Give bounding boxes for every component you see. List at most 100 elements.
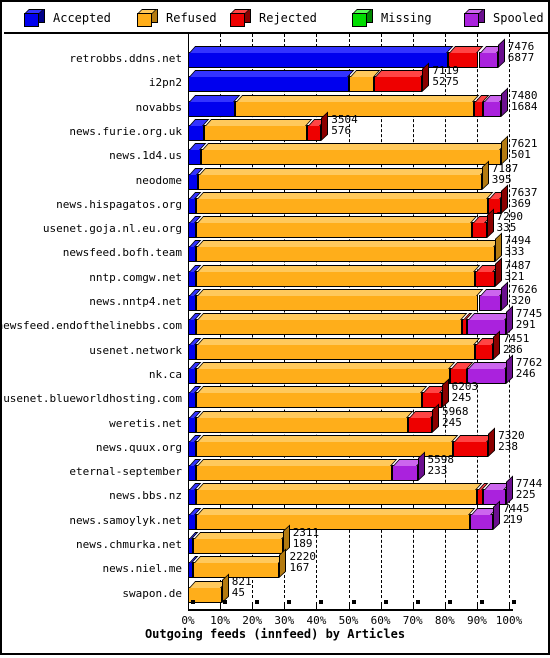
bar-value-secondary: 333: [504, 245, 525, 259]
bar-row: 7494 333: [188, 232, 531, 263]
bar-end-cap: [497, 38, 505, 68]
x-axis-tick: [316, 602, 318, 611]
bar-segment-rejected: [306, 118, 327, 141]
x-axis-tick-marker: [287, 600, 292, 604]
legend-swatch-rejected-icon: [230, 9, 252, 27]
bar-segment-refused: [196, 434, 459, 457]
stacked-bar: [188, 524, 290, 554]
bar-row: 7626 320: [188, 281, 537, 311]
bar-segment-rejected: [374, 70, 428, 93]
bar-row: 7621 501: [188, 135, 537, 166]
bar-value-secondary: 45: [231, 585, 245, 599]
bar-segment-accepted: [188, 216, 202, 239]
bar-value-secondary: 369: [510, 196, 531, 210]
bar-segment-accepted: [188, 386, 202, 409]
bar-segment-spooled: [483, 94, 507, 117]
y-axis-label: news.bbs.nz: [109, 489, 182, 503]
x-axis-tick: [412, 602, 414, 611]
bar-row: 7187 395: [188, 159, 518, 190]
bar-end-cap: [488, 427, 496, 457]
x-axis-tick-label: 90%: [466, 614, 487, 627]
bar-end-cap: [486, 208, 494, 239]
bar-segment-refused: [196, 386, 428, 409]
x-axis-tick: [188, 602, 189, 611]
bar-value-labels: 5968 245: [442, 406, 469, 428]
bar-segment-top-face: [197, 240, 500, 248]
bar-segment-top-face: [197, 313, 468, 321]
bar-segment-top-face: [197, 216, 478, 224]
bar-segment-accepted: [188, 434, 202, 457]
bar-row: 3504 576: [188, 111, 509, 141]
stacked-bar: [188, 402, 439, 433]
bar-value-labels: 7637 369: [511, 187, 538, 209]
x-axis-tick-marker: [383, 600, 388, 604]
y-axis-label: news.samoylyk.net: [69, 513, 182, 527]
x-axis-tick-label: 0%: [181, 614, 195, 627]
bar-end-cap: [492, 330, 500, 360]
y-axis-label: retrobbs.ddns.net: [69, 52, 182, 65]
x-axis-tick-label: 60%: [370, 614, 391, 627]
stacked-bar: [188, 378, 449, 409]
bar-value-labels: 7621 501: [511, 138, 538, 160]
bar-value-secondary: 6877: [507, 51, 535, 64]
y-axis-labels: retrobbs.ddns.net i2pn2 novabbs news.furie.…: [0, 34, 186, 609]
bar-segment-top-face: [189, 70, 354, 78]
chart-root: Accepted Refused Rejected Missing Spooled re…: [0, 0, 550, 655]
bar-end-cap: [321, 111, 329, 141]
legend-item-missing: Missing: [352, 9, 432, 27]
bar-segment-refused: [196, 361, 455, 384]
bar-value-secondary: 320: [510, 294, 531, 307]
bar-segment-accepted: [188, 410, 202, 433]
stacked-bar: [188, 62, 430, 93]
y-axis-label: eternal-september: [69, 465, 182, 479]
stacked-bar: [188, 159, 489, 190]
bar-end-cap: [494, 257, 502, 287]
bar-end-cap: [431, 402, 439, 433]
stacked-bar: [188, 500, 500, 530]
bar-segment-top-face: [197, 483, 483, 491]
legend-label: Accepted: [53, 11, 111, 25]
bar-segment-refused: [196, 313, 468, 336]
bar-value-labels: 6203 245: [452, 381, 479, 403]
stacked-bar: [188, 305, 513, 336]
bar-value-total: 5968: [441, 404, 469, 418]
bar-value-labels: 7451 286: [503, 333, 530, 355]
y-axis-label: news.furie.org.uk: [69, 124, 182, 138]
bar-segment-refused: [192, 532, 288, 554]
bar-segment-top-face: [468, 313, 512, 321]
stacked-bar: [188, 330, 500, 360]
bar-value-secondary: 286: [502, 342, 523, 356]
bar-segment-accepted: [188, 289, 202, 311]
bar-value-total: 7480: [510, 88, 538, 102]
bar-end-cap: [279, 548, 287, 579]
legend-item-spooled: Spooled: [464, 9, 544, 27]
bar-segment-accepted: [188, 264, 202, 287]
bar-row: 7745 291: [188, 305, 542, 336]
stacked-bar: [188, 184, 508, 214]
bar-value-labels: 7320 238: [498, 430, 525, 452]
bar-value-secondary: 576: [331, 123, 352, 137]
bar-row: 7637 369: [188, 184, 537, 214]
bar-value-secondary: 219: [502, 512, 523, 526]
bar-value-labels: 5598 233: [428, 454, 455, 476]
chart-legend: Accepted Refused Rejected Missing Spooled: [4, 4, 550, 34]
x-axis-tick-label: 50%: [338, 614, 359, 627]
bar-segment-accepted: [188, 143, 207, 166]
bar-value-secondary: 225: [515, 488, 536, 502]
bar-segment-top-face: [197, 337, 481, 345]
y-axis-label: news.1d4.us: [109, 149, 182, 163]
x-axis-tick: [380, 602, 382, 611]
bar-segment-accepted: [188, 240, 202, 263]
x-axis-tick: [444, 602, 446, 611]
x-axis-tick: [509, 602, 510, 611]
bar-end-cap: [441, 378, 449, 409]
bar-end-cap: [417, 451, 425, 482]
bar-value-total: 7187: [491, 161, 519, 175]
bar-segment-refused: [196, 191, 494, 214]
legend-item-refused: Refused: [137, 9, 217, 27]
bar-segment-rejected: [452, 434, 494, 457]
bar-end-cap: [500, 87, 508, 117]
bar-segment-accepted: [188, 361, 202, 384]
y-axis-label: news.hispagatos.org: [56, 197, 182, 211]
bar-value-secondary: 167: [289, 561, 310, 575]
